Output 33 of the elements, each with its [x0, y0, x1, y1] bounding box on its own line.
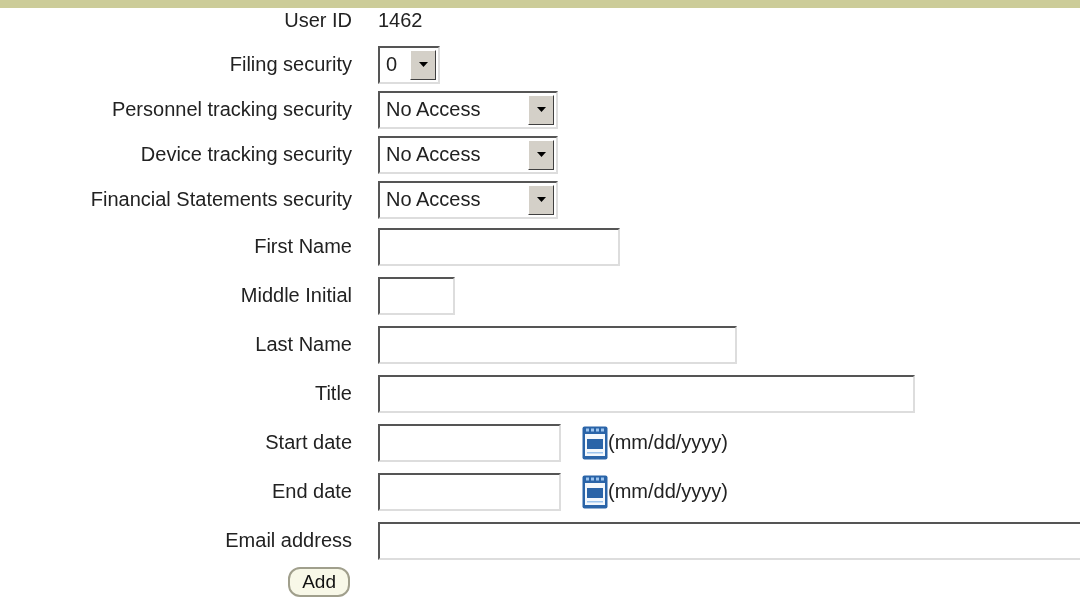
field-label: User ID: [284, 8, 352, 32]
caret-down-icon: [536, 152, 546, 157]
field-label: Last Name: [255, 333, 352, 356]
text-input[interactable]: [378, 521, 1080, 560]
date-format-hint: (mm/dd/yyyy): [608, 431, 728, 454]
field-label: End date: [271, 480, 352, 503]
dropdown[interactable]: No Access: [378, 90, 558, 129]
field-label: Personnel tracking security: [111, 98, 352, 121]
calendar-icon[interactable]: [582, 425, 608, 460]
date-format-hint: (mm/dd/yyyy): [608, 480, 728, 503]
field-label: Start date: [265, 431, 352, 454]
caret-down-icon: [418, 62, 428, 67]
field-label: Middle Initial: [240, 284, 352, 307]
user-id-value: 1462: [378, 8, 423, 32]
text-input[interactable]: [378, 227, 620, 266]
field-label: Device tracking security: [140, 143, 352, 166]
text-input[interactable]: [378, 325, 737, 364]
calendar-icon[interactable]: [582, 474, 608, 509]
field-label: Filing security: [229, 53, 352, 76]
dropdown[interactable]: 0: [378, 45, 440, 84]
dropdown[interactable]: No Access: [378, 135, 558, 174]
field-label: Email address: [225, 529, 352, 552]
caret-down-icon: [536, 107, 546, 112]
dropdown[interactable]: No Access: [378, 180, 558, 219]
text-input[interactable]: [378, 374, 915, 413]
field-label: Title: [314, 382, 352, 405]
field-label: First Name: [254, 235, 352, 258]
text-input[interactable]: [378, 276, 455, 315]
date-input[interactable]: [378, 423, 561, 462]
date-input[interactable]: [378, 472, 561, 511]
caret-down-icon: [536, 197, 546, 202]
add-button[interactable]: Add: [288, 567, 350, 597]
field-label: Financial Statements security: [90, 188, 352, 211]
